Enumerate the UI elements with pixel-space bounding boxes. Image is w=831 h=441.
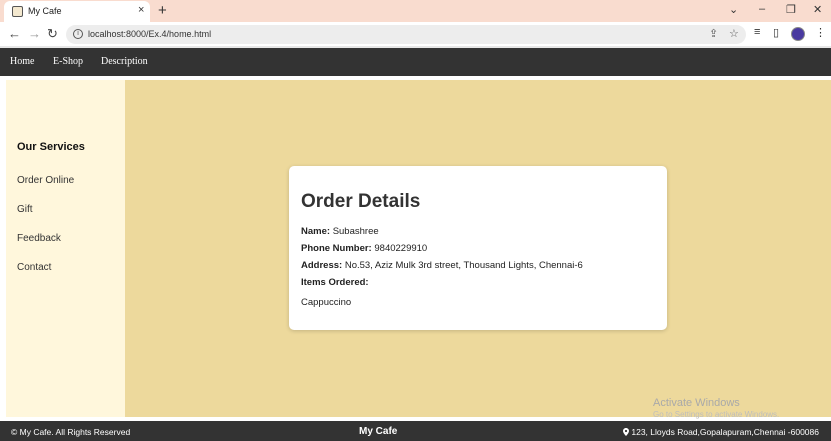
sidebar-link-feedback[interactable]: Feedback	[17, 233, 61, 244]
favicon-icon	[12, 6, 23, 17]
site-footer: © My Cafe. All Rights Reserved My Cafe 1…	[0, 421, 831, 441]
nav-description[interactable]: Description	[101, 56, 148, 67]
browser-toolbar: ← → ↻ i localhost:8000/Ex.4/home.html ⇪ …	[0, 22, 831, 46]
site-navbar: Home E-Shop Description	[0, 48, 831, 76]
share-icon[interactable]: ⇪	[709, 27, 718, 40]
sidebar-heading: Our Services	[17, 141, 85, 153]
sidebar-link-contact[interactable]: Contact	[17, 262, 51, 273]
order-details-card: Order Details Name: Subashree Phone Numb…	[289, 166, 667, 330]
services-sidebar: Our Services Order Online Gift Feedback …	[6, 80, 125, 417]
footer-brand: My Cafe	[359, 426, 398, 437]
nav-home[interactable]: Home	[10, 56, 34, 67]
minimize-icon[interactable]: –	[759, 3, 765, 15]
nav-eshop[interactable]: E-Shop	[53, 56, 83, 67]
reading-list-icon[interactable]: ≡	[754, 26, 760, 38]
activate-windows-subtitle: Go to Settings to activate Windows.	[653, 410, 780, 419]
order-details-title: Order Details	[301, 191, 421, 212]
browser-tabstrip: My Cafe × + ⌄ – ❐ ✕	[0, 0, 831, 22]
site-info-icon[interactable]: i	[73, 29, 83, 39]
ordered-item: Cappuccino	[301, 297, 352, 308]
activate-windows-watermark: Activate Windows	[653, 397, 740, 409]
pin-icon	[623, 428, 629, 436]
main-content: Order Details Name: Subashree Phone Numb…	[125, 80, 831, 417]
footer-address-text: 123, Lloyds Road,Gopalapuram,Chennai -60…	[631, 427, 819, 437]
sidebar-link-order-online[interactable]: Order Online	[17, 175, 74, 186]
name-label: Name:	[301, 226, 331, 237]
items-label: Items Ordered:	[301, 277, 369, 288]
profile-avatar[interactable]	[791, 27, 805, 41]
tab-search-icon[interactable]: ⌄	[729, 3, 738, 16]
reload-icon[interactable]: ↻	[47, 26, 58, 42]
browser-menu-icon[interactable]: ⋮	[815, 26, 826, 39]
order-name: Name: Subashree	[301, 226, 379, 237]
side-panel-icon[interactable]: ▯	[773, 26, 779, 39]
url-text[interactable]: localhost:8000/Ex.4/home.html	[88, 29, 211, 39]
order-address: Address: No.53, Aziz Mulk 3rd street, Th…	[301, 260, 583, 271]
order-items: Items Ordered:	[301, 277, 369, 288]
sidebar-link-gift[interactable]: Gift	[17, 204, 33, 215]
window-close-icon[interactable]: ✕	[813, 3, 822, 16]
bookmark-star-icon[interactable]: ☆	[729, 27, 739, 40]
address-label: Address:	[301, 260, 343, 271]
address-bar[interactable]: i localhost:8000/Ex.4/home.html ⇪ ☆	[66, 25, 746, 44]
phone-value: 9840229910	[374, 243, 428, 254]
footer-copyright: © My Cafe. All Rights Reserved	[11, 427, 131, 437]
address-value: No.53, Aziz Mulk 3rd street, Thousand Li…	[344, 260, 583, 271]
restore-icon[interactable]: ❐	[786, 3, 796, 16]
browser-tab[interactable]: My Cafe ×	[4, 1, 150, 22]
footer-address: 123, Lloyds Road,Gopalapuram,Chennai -60…	[623, 427, 819, 437]
order-phone: Phone Number: 9840229910	[301, 243, 427, 254]
new-tab-icon[interactable]: +	[158, 2, 167, 19]
back-icon[interactable]: ←	[8, 26, 21, 41]
phone-label: Phone Number:	[301, 243, 372, 254]
tab-title: My Cafe	[28, 6, 62, 16]
forward-icon[interactable]: →	[28, 26, 41, 41]
close-tab-icon[interactable]: ×	[138, 4, 144, 16]
name-value: Subashree	[332, 226, 379, 237]
